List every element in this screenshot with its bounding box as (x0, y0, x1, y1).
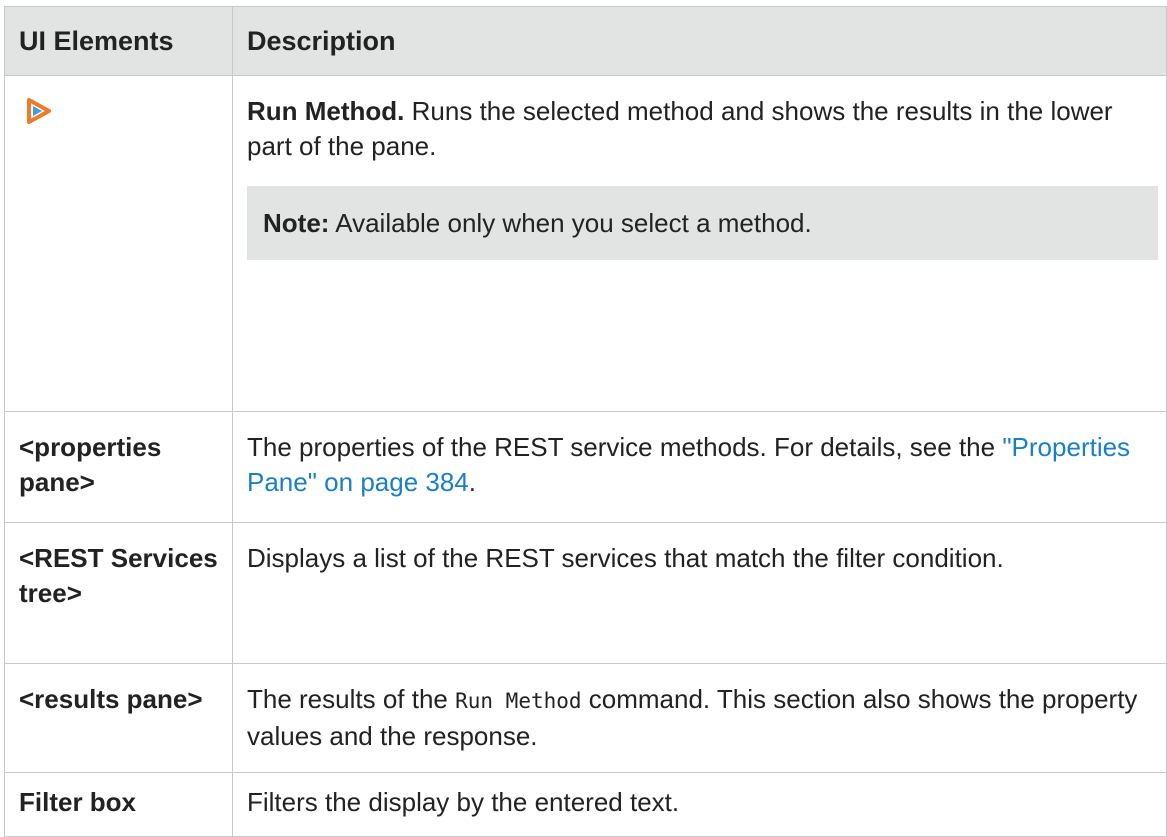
ui-element-cell: <results pane> (4, 663, 233, 773)
note-label: Note: (263, 208, 330, 238)
description-cell: Run Method. Runs the selected method and… (232, 75, 1167, 412)
note-text: Available only when you select a method. (329, 208, 812, 238)
description-cell: The results of the Run Method command. T… (232, 663, 1167, 773)
run-method-code: Run Method (455, 689, 582, 713)
description-cell: The properties of the REST service metho… (232, 411, 1167, 523)
run-method-description: Run Method. Runs the selected method and… (247, 94, 1158, 164)
ui-element-cell (4, 75, 233, 412)
ui-element-cell: <REST Services tree> (4, 522, 233, 664)
table-row: Filter box Filters the display by the en… (4, 772, 1167, 837)
ui-element-cell: Filter box (4, 772, 233, 837)
description-cell: Filters the display by the entered text. (232, 772, 1167, 837)
description-cell: Displays a list of the REST services tha… (232, 522, 1167, 664)
table-row: Run Method. Runs the selected method and… (4, 75, 1167, 412)
table-row: <properties pane> The properties of the … (4, 411, 1167, 523)
properties-pane-text: The properties of the REST service metho… (247, 432, 1003, 462)
results-pane-text: The results of the (247, 684, 456, 714)
table-header-row: UI Elements Description (4, 6, 1167, 76)
header-description: Description (232, 6, 1167, 76)
note-box: Note: Available only when you select a m… (247, 186, 1158, 260)
ui-elements-table: UI Elements Description Run Method. Runs… (4, 6, 1167, 837)
run-method-icon (23, 96, 53, 126)
table-row: <REST Services tree> Displays a list of … (4, 522, 1167, 664)
properties-pane-text-end: . (468, 467, 476, 497)
ui-element-cell: <properties pane> (4, 411, 233, 523)
run-method-term: Run Method. (247, 96, 405, 126)
header-ui-elements: UI Elements (4, 6, 233, 76)
table-row: <results pane> The results of the Run Me… (4, 663, 1167, 773)
